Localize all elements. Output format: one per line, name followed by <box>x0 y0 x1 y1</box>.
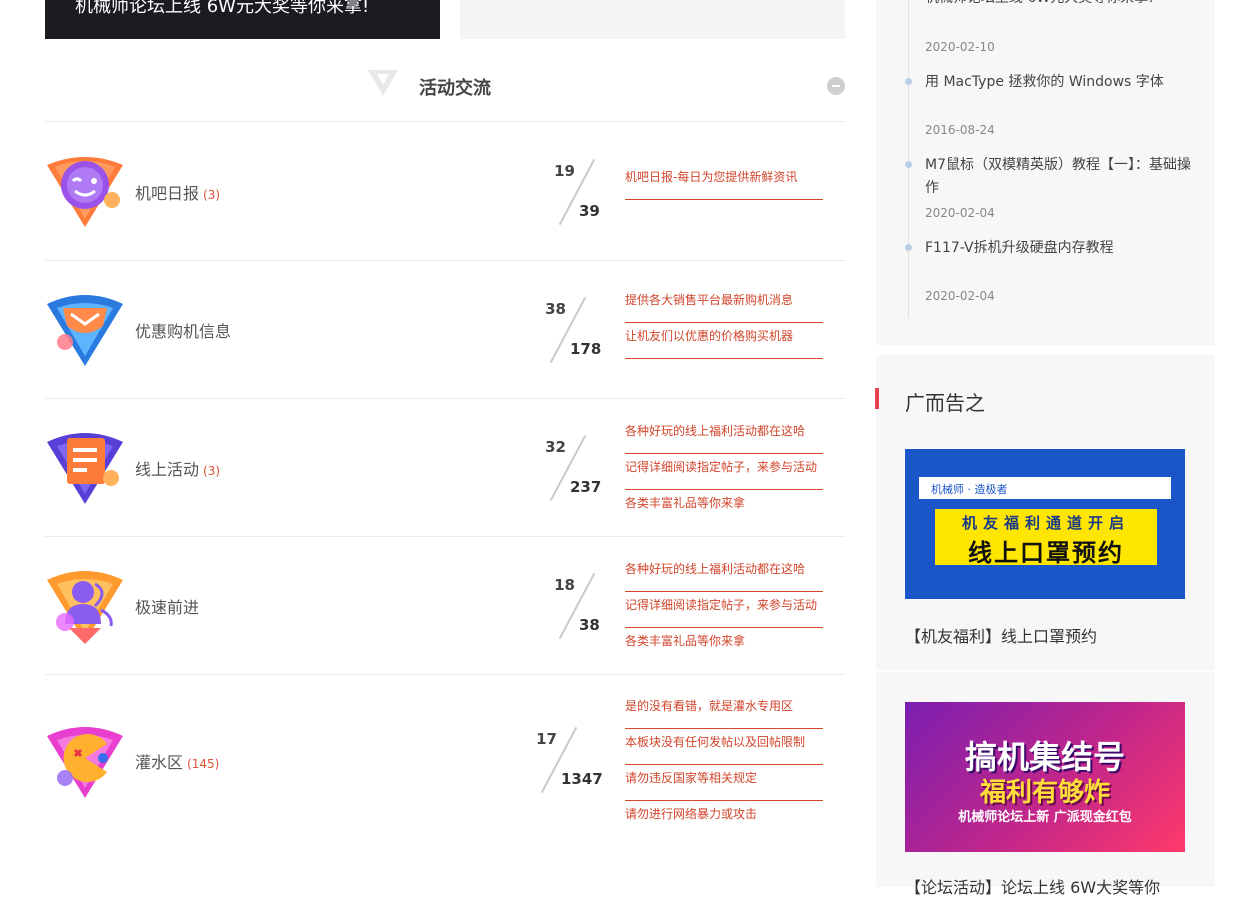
timeline-item-title[interactable]: M7鼠标（双模精英版）教程【一】：基础操作 <box>925 154 1195 200</box>
forum-link[interactable]: 各种好玩的线上福利活动都在这哈 <box>625 419 823 454</box>
collapse-icon[interactable] <box>827 77 845 95</box>
shopping-icon <box>47 295 123 366</box>
forum-name[interactable]: 优惠购机信息 <box>135 318 235 342</box>
forum-row[interactable]: 线上活动 (3) 32 237 各种好玩的线上福利活动都在这哈 记得详细阅读指定帖… <box>45 398 845 537</box>
ad-headline-box: 机友福利通道开启 线上口罩预约 <box>935 509 1157 567</box>
forum-event-ad-image[interactable]: 搞机集结号 福利有够炸 机械师论坛上新 广派现金红包 <box>905 702 1185 852</box>
ad-brand-text: 机械师 · 造极者 <box>931 483 1008 496</box>
forum-row[interactable]: 优惠购机信息 38 178 提供各大销售平台最新购机消息 让机友们以优惠的价格购… <box>45 260 845 399</box>
forum-row[interactable]: 灌水区 (145) 17 1347 是的没有看错，就是灌水专用区 本板块没有任何发… <box>45 674 845 821</box>
timeline-line <box>908 0 909 318</box>
forum-count: (3) <box>203 464 221 478</box>
forum-name[interactable]: 极速前进 <box>135 594 203 618</box>
ad-headline-line3: 机械师论坛上新 广派现金红包 <box>958 810 1132 825</box>
today-posts: 18 <box>554 576 575 594</box>
today-posts: 38 <box>545 300 566 318</box>
forum-link[interactable]: 本板块没有任何发帖以及回帖限制 <box>625 730 823 765</box>
ad-headline-line1: 机友福利通道开启 <box>961 514 1130 532</box>
forum-count: (145) <box>187 757 220 771</box>
daily-news-icon <box>47 157 123 227</box>
featured-banner-placeholder <box>460 0 845 39</box>
forum-links: 各种好玩的线上福利活动都在这哈 记得详细阅读指定帖子，来参与活动 各类丰富礼品等… <box>625 557 823 665</box>
ad-headline-line2: 福利有够炸 <box>979 778 1110 808</box>
ad-divider <box>876 670 1215 672</box>
forum-link[interactable]: 记得详细阅读指定帖子，来参与活动 <box>625 455 823 490</box>
online-activity-icon <box>47 433 123 504</box>
forum-name[interactable]: 灌水区 (145) <box>135 749 219 773</box>
forum-link[interactable]: 各类丰富礼品等你来拿 <box>625 629 823 664</box>
forum-link[interactable]: 各种好玩的线上福利活动都在这哈 <box>625 557 823 592</box>
timeline-dot <box>905 161 912 168</box>
forum-link[interactable]: 请勿进行网络暴力或攻击 <box>625 802 823 837</box>
total-posts: 237 <box>570 478 602 496</box>
timeline-item-title[interactable]: 机械师论坛上线 6W元大奖等你来拿! <box>925 0 1195 10</box>
ad-headline-line2: 线上口罩预约 <box>968 539 1124 567</box>
ad-title-accent <box>875 388 879 409</box>
forum-link[interactable]: 请勿违反国家等相关规定 <box>625 766 823 801</box>
section-title: 活动交流 <box>419 78 491 99</box>
timeline-item-title[interactable]: 用 MacType 拯救你的 Windows 字体 <box>925 71 1195 94</box>
ad-brand-strip: 机械师 · 造极者 <box>919 477 1171 499</box>
timeline-dot <box>905 78 912 85</box>
featured-banner[interactable]: 机械师论坛上线 6W元大奖等你来拿! <box>45 0 440 39</box>
total-posts: 178 <box>570 340 602 358</box>
forum-row[interactable]: 极速前进 18 38 各种好玩的线上福利活动都在这哈 记得详细阅读指定帖子，来参… <box>45 536 845 675</box>
section-triangle-inner <box>377 74 389 85</box>
forum-link[interactable]: 机吧日报-每日为您提供新鲜资讯 <box>625 165 823 200</box>
forum-link[interactable]: 提供各大销售平台最新购机消息 <box>625 288 823 323</box>
forum-name[interactable]: 线上活动 (3) <box>135 456 220 480</box>
total-posts: 1347 <box>561 770 603 788</box>
forum-links: 提供各大销售平台最新购机消息 让机友们以优惠的价格购买机器 <box>625 288 823 360</box>
timeline-date: 2016-08-24 <box>925 123 995 137</box>
ad-caption[interactable]: 【论坛活动】论坛上线 6W大奖等你 <box>905 874 1160 898</box>
forum-count: (3) <box>203 188 221 202</box>
forum-name[interactable]: 机吧日报 (3) <box>135 180 220 204</box>
forum-row[interactable]: 机吧日报 (3) 19 39 机吧日报-每日为您提供新鲜资讯 <box>45 122 845 261</box>
pacman-icon <box>47 727 123 798</box>
forum-links: 是的没有看错，就是灌水专用区 本板块没有任何发帖以及回帖限制 请勿违反国家等相关… <box>625 694 823 838</box>
forum-link[interactable]: 让机友们以优惠的价格购买机器 <box>625 324 823 359</box>
today-posts: 19 <box>554 162 575 180</box>
timeline-date: 2020-02-10 <box>925 40 995 54</box>
forum-links: 机吧日报-每日为您提供新鲜资讯 <box>625 165 823 201</box>
timeline-dot <box>905 244 912 251</box>
today-posts: 17 <box>536 730 557 748</box>
ad-section-title: 广而告之 <box>905 391 985 415</box>
featured-banner-caption: 机械师论坛上线 6W元大奖等你来拿! <box>75 0 370 17</box>
today-posts: 32 <box>545 438 566 456</box>
ad-caption[interactable]: 【机友福利】线上口罩预约 <box>905 623 1097 647</box>
forum-link[interactable]: 记得详细阅读指定帖子，来参与活动 <box>625 593 823 628</box>
forum-link[interactable]: 各类丰富礼品等你来拿 <box>625 491 823 526</box>
timeline-date: 2020-02-04 <box>925 289 995 303</box>
total-posts: 38 <box>579 616 600 634</box>
forum-links: 各种好玩的线上福利活动都在这哈 记得详细阅读指定帖子，来参与活动 各类丰富礼品等… <box>625 419 823 527</box>
timeline-item-title[interactable]: F117-V拆机升级硬盘内存教程 <box>925 237 1195 260</box>
forum-link[interactable]: 是的没有看错，就是灌水专用区 <box>625 694 823 729</box>
timeline-date: 2020-02-04 <box>925 206 995 220</box>
total-posts: 39 <box>579 202 600 220</box>
mask-reservation-ad-image[interactable]: 机械师 · 造极者 机友福利通道开启 线上口罩预约 <box>905 449 1185 599</box>
users-icon <box>47 571 123 644</box>
